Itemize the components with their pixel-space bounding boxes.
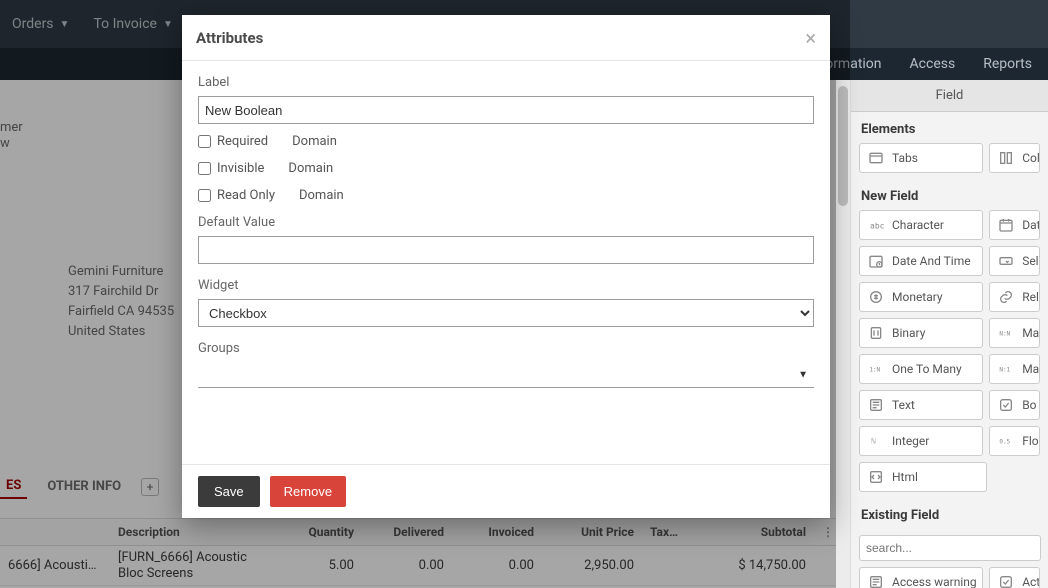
field-sidebar: Field Elements Tabs Col New Field abc Ch…	[850, 80, 1048, 588]
field-many-button[interactable]: N:N Man	[989, 318, 1040, 348]
default-value-label: Default Value	[198, 215, 814, 230]
tab-access[interactable]: Access	[910, 56, 956, 72]
element-columns-button[interactable]: Col	[989, 143, 1040, 173]
sidebar-tab-field[interactable]: Field	[851, 80, 1048, 112]
checkbox-icon	[998, 574, 1014, 588]
invisible-label: Invisible	[217, 161, 264, 176]
label-label: Label	[198, 75, 814, 90]
integer-icon: ℕ	[868, 433, 884, 449]
scrollbar-track[interactable]	[836, 80, 850, 588]
field-many-label: Man	[1022, 326, 1040, 340]
field-text-label: Text	[892, 398, 915, 412]
modal-title: Attributes	[196, 29, 263, 47]
required-label: Required	[217, 134, 268, 149]
field-html-button[interactable]: Html	[859, 462, 987, 492]
invisible-domain-link[interactable]: Domain	[288, 161, 333, 176]
groups-input[interactable]: ▼	[198, 362, 814, 388]
field-datetime-button[interactable]: Date And Time	[859, 246, 983, 276]
widget-label: Widget	[198, 278, 814, 293]
readonly-checkbox[interactable]	[198, 189, 211, 202]
field-character-label: Character	[892, 218, 944, 232]
scrollbar-thumb[interactable]	[838, 86, 848, 206]
attributes-modal: Attributes × Label Required Domain Invis…	[182, 15, 830, 518]
groups-label: Groups	[198, 341, 814, 356]
character-icon: abc	[868, 217, 884, 233]
field-date-button[interactable]: Dat	[989, 210, 1040, 240]
field-one2many-button[interactable]: 1:N One To Many	[859, 354, 983, 384]
tab-icon	[868, 150, 884, 166]
save-button[interactable]: Save	[198, 476, 260, 507]
field-integer-label: Integer	[892, 434, 929, 448]
remove-button[interactable]: Remove	[270, 476, 346, 507]
svg-text:N:1: N:1	[1000, 367, 1011, 374]
field-date-label: Dat	[1022, 218, 1040, 232]
text-icon	[868, 397, 884, 413]
field-relation-button[interactable]: Rela	[989, 282, 1040, 312]
chevron-down-icon: ▼	[798, 369, 808, 380]
readonly-label: Read Only	[217, 188, 275, 203]
link-icon	[998, 289, 1014, 305]
field-one2many-label: One To Many	[892, 362, 962, 376]
svg-text:abc: abc	[870, 221, 884, 230]
field-float-label: Floa	[1022, 434, 1040, 448]
one2many-icon: 1:N	[868, 361, 884, 377]
field-relation-label: Rela	[1022, 290, 1040, 304]
field-float-button[interactable]: 0.5 Floa	[989, 426, 1040, 456]
default-value-input[interactable]	[198, 236, 814, 264]
element-tabs-label: Tabs	[892, 151, 918, 165]
field-select-label: Sele	[1022, 254, 1040, 268]
widget-select[interactable]: Checkbox	[198, 299, 814, 327]
modal-titlebar: Attributes ×	[182, 15, 830, 61]
svg-text:0.5: 0.5	[1000, 439, 1011, 446]
field-many2-button[interactable]: N:1 Ma	[989, 354, 1040, 384]
label-input[interactable]	[198, 96, 814, 124]
existing-access-warning-label: Access warning	[892, 575, 977, 588]
field-binary-label: Binary	[892, 326, 925, 340]
existing-field-search[interactable]	[859, 535, 1041, 561]
svg-text:N:N: N:N	[1000, 331, 1011, 338]
field-monetary-label: Monetary	[892, 290, 943, 304]
existing-action-label: Act	[1022, 575, 1040, 588]
tab-reports[interactable]: Reports	[983, 56, 1032, 72]
calendar-icon	[998, 217, 1014, 233]
element-columns-label: Col	[1022, 151, 1040, 165]
field-integer-button[interactable]: ℕ Integer	[859, 426, 983, 456]
close-icon[interactable]: ×	[805, 28, 816, 48]
required-domain-link[interactable]: Domain	[292, 134, 337, 149]
field-many2-label: Ma	[1022, 362, 1039, 376]
field-character-button[interactable]: abc Character	[859, 210, 983, 240]
html-icon	[868, 469, 884, 485]
svg-text:1:N: 1:N	[869, 367, 880, 374]
field-html-label: Html	[892, 470, 918, 484]
many2-icon: N:1	[998, 361, 1014, 377]
svg-text:ℕ: ℕ	[871, 437, 876, 446]
field-select-button[interactable]: Sele	[989, 246, 1040, 276]
field-boolean-button[interactable]: Bo	[989, 390, 1040, 420]
newfield-title: New Field	[851, 179, 1048, 210]
existing-access-warning[interactable]: Access warning	[859, 567, 983, 588]
field-datetime-label: Date And Time	[892, 254, 971, 268]
text-icon	[868, 574, 884, 588]
required-checkbox[interactable]	[198, 135, 211, 148]
money-icon	[868, 289, 884, 305]
readonly-domain-link[interactable]: Domain	[299, 188, 344, 203]
many-icon: N:N	[998, 325, 1014, 341]
modal-body: Label Required Domain Invisible Domain R…	[182, 61, 830, 464]
field-monetary-button[interactable]: Monetary	[859, 282, 983, 312]
binary-icon	[868, 325, 884, 341]
float-icon: 0.5	[998, 433, 1014, 449]
elements-title: Elements	[851, 112, 1048, 143]
field-binary-button[interactable]: Binary	[859, 318, 983, 348]
existing-field-title: Existing Field	[851, 498, 1048, 529]
field-text-button[interactable]: Text	[859, 390, 983, 420]
invisible-checkbox[interactable]	[198, 162, 211, 175]
element-tabs-button[interactable]: Tabs	[859, 143, 983, 173]
existing-action[interactable]: Act	[989, 567, 1040, 588]
field-boolean-label: Bo	[1022, 398, 1036, 412]
columns-icon	[998, 150, 1014, 166]
select-icon	[998, 253, 1014, 269]
datetime-icon	[868, 253, 884, 269]
checkbox-icon	[998, 397, 1014, 413]
modal-footer: Save Remove	[182, 464, 830, 518]
